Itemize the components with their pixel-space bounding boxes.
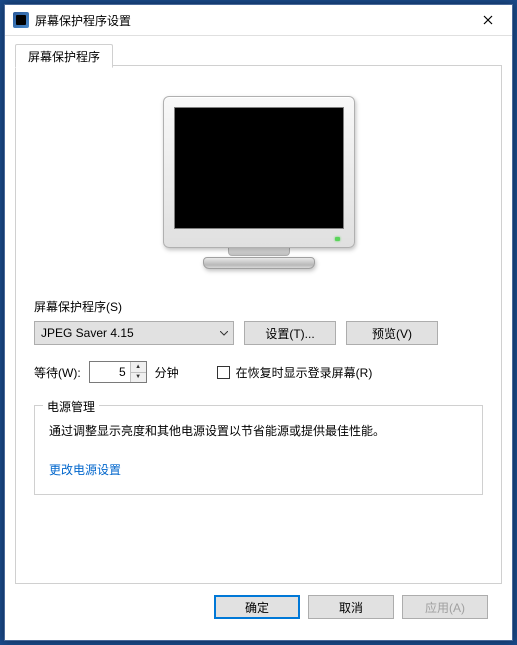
power-settings-link[interactable]: 更改电源设置 (49, 461, 121, 478)
screensaver-select[interactable]: JPEG Saver 4.15 (34, 321, 234, 345)
chevron-down-icon (215, 331, 233, 336)
settings-button[interactable]: 设置(T)... (244, 321, 336, 345)
apply-button[interactable]: 应用(A) (402, 595, 488, 619)
close-icon (483, 12, 493, 28)
cancel-button[interactable]: 取消 (308, 595, 394, 619)
monitor-preview (164, 96, 354, 269)
tab-label: 屏幕保护程序 (28, 48, 100, 65)
preview-button[interactable]: 预览(V) (346, 321, 438, 345)
client-area: 屏幕保护程序 屏幕保护程序(S) JPEG Saver 4.15 (5, 36, 512, 640)
dialog-window: 屏幕保护程序设置 屏幕保护程序 (4, 4, 513, 641)
monitor-stand (228, 247, 290, 256)
tab-panel: 屏幕保护程序(S) JPEG Saver 4.15 设置(T)... 预览(V)… (15, 65, 502, 584)
power-legend: 电源管理 (43, 398, 99, 415)
monitor-led-icon (335, 237, 340, 241)
tab-screensaver[interactable]: 屏幕保护程序 (15, 44, 113, 68)
close-button[interactable] (465, 6, 510, 34)
spin-buttons: ▲ ▼ (130, 362, 146, 382)
screensaver-select-text: JPEG Saver 4.15 (35, 326, 215, 340)
dialog-button-row: 确定 取消 应用(A) (15, 584, 502, 630)
monitor-base (203, 257, 315, 269)
resume-checkbox-label: 在恢复时显示登录屏幕(R) (236, 364, 373, 381)
power-description: 通过调整显示亮度和其他电源设置以节省能源或提供最佳性能。 (49, 422, 468, 441)
checkbox-box-icon (217, 366, 230, 379)
monitor-frame (163, 96, 355, 248)
spin-down-button[interactable]: ▼ (131, 373, 146, 383)
window-title: 屏幕保护程序设置 (35, 12, 465, 29)
spin-up-button[interactable]: ▲ (131, 362, 146, 373)
wait-label: 等待(W): (34, 364, 81, 381)
screensaver-row: JPEG Saver 4.15 设置(T)... 预览(V) (34, 321, 483, 345)
screensaver-section-label: 屏幕保护程序(S) (34, 298, 483, 315)
wait-spinner[interactable]: ▲ ▼ (89, 361, 147, 383)
ok-button[interactable]: 确定 (214, 595, 300, 619)
app-icon (13, 12, 29, 28)
wait-row: 等待(W): ▲ ▼ 分钟 在恢复时显示登录屏幕(R) (34, 361, 483, 383)
resume-checkbox[interactable]: 在恢复时显示登录屏幕(R) (217, 364, 373, 381)
wait-input[interactable] (90, 362, 130, 382)
preview-area (34, 82, 483, 282)
titlebar: 屏幕保护程序设置 (5, 5, 512, 36)
tab-strip: 屏幕保护程序 (15, 42, 502, 66)
monitor-screen (174, 107, 344, 229)
power-group: 电源管理 通过调整显示亮度和其他电源设置以节省能源或提供最佳性能。 更改电源设置 (34, 405, 483, 495)
wait-unit: 分钟 (155, 364, 179, 381)
